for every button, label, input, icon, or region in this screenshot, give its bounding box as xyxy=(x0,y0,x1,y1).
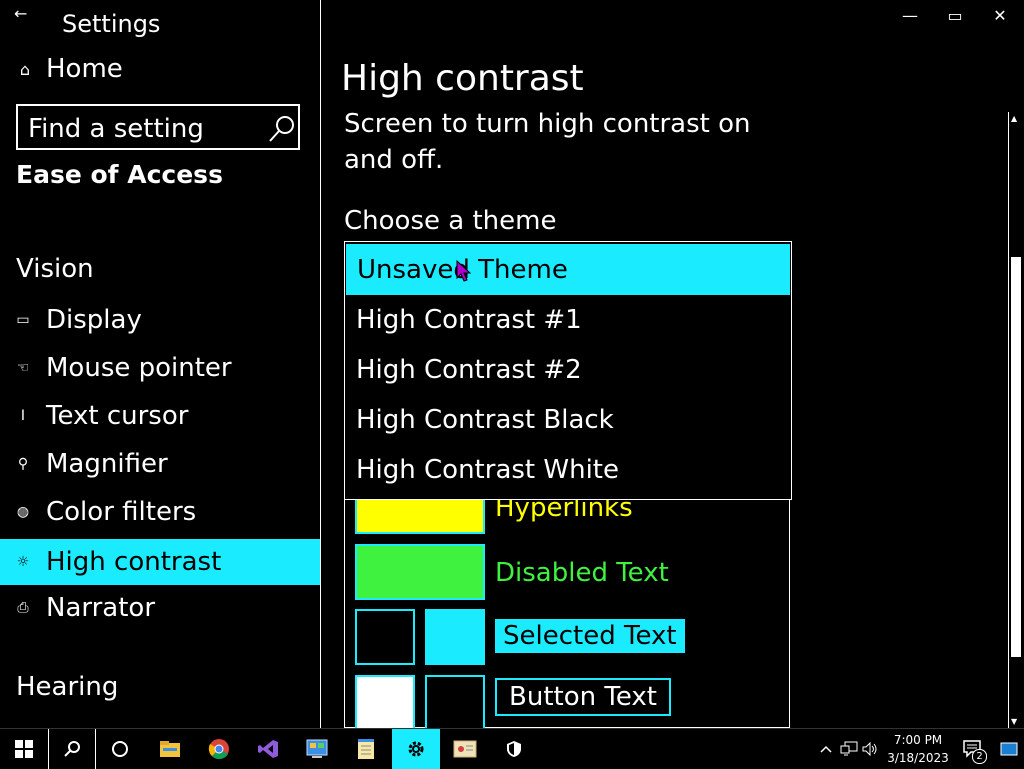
theme-dropdown-list[interactable]: Unsaved Theme High Contrast #1 High Cont… xyxy=(344,241,792,500)
mouse-cursor-icon xyxy=(456,260,472,282)
notification-badge: 2 xyxy=(972,749,987,764)
window-title: Settings xyxy=(62,10,161,38)
file-explorer-icon[interactable] xyxy=(146,729,194,769)
high-contrast-icon: ☼ xyxy=(16,554,30,570)
show-desktop-icon[interactable] xyxy=(996,729,1022,769)
button-text-label: Button Text xyxy=(495,678,671,716)
taskbar: 7:00 PM 3/18/2023 2 xyxy=(0,728,1024,769)
clock-time: 7:00 PM xyxy=(893,733,943,747)
hyperlink-color-swatch[interactable] xyxy=(355,498,485,534)
sidebar-home-label: Home xyxy=(46,54,123,84)
minimize-button[interactable]: — xyxy=(900,6,920,26)
sidebar-item-label: Narrator xyxy=(46,593,156,623)
sidebar-item-label: Mouse pointer xyxy=(46,353,232,383)
chrome-icon[interactable] xyxy=(195,729,243,769)
action-center-icon[interactable]: 2 xyxy=(958,729,988,769)
pane-divider xyxy=(320,0,321,728)
button-text-bg-swatch[interactable] xyxy=(355,675,415,731)
sidebar-item-text-cursor[interactable]: I Text cursor xyxy=(0,393,320,439)
search-input[interactable]: Find a setting xyxy=(28,114,204,144)
page-description: Screen to turn high contrast on and off. xyxy=(344,109,751,175)
sidebar-item-label: Color filters xyxy=(46,497,197,527)
theme-option-hc2[interactable]: High Contrast #2 xyxy=(345,345,791,395)
scrollbar-thumb[interactable] xyxy=(1011,257,1021,657)
group-header-vision: Vision xyxy=(16,254,94,284)
cortana-icon[interactable] xyxy=(96,729,144,769)
sidebar-item-mouse-pointer[interactable]: ☜ Mouse pointer xyxy=(0,345,320,391)
theme-option-hc-black[interactable]: High Contrast Black xyxy=(345,395,791,445)
show-hidden-icons-icon[interactable] xyxy=(816,729,836,769)
search-icon[interactable] xyxy=(266,114,296,144)
clock-date: 3/18/2023 xyxy=(887,751,949,765)
magnifier-icon: ⚲ xyxy=(17,456,29,472)
disabled-text-color-swatch[interactable] xyxy=(355,544,485,600)
page-title: High contrast xyxy=(341,58,584,99)
sidebar-item-display[interactable]: ▭ Display xyxy=(0,297,320,343)
theme-option-hc-white[interactable]: High Contrast White xyxy=(345,445,791,495)
text-cursor-icon: I xyxy=(20,408,26,424)
back-arrow-icon[interactable]: ← xyxy=(14,4,34,24)
group-header-hearing: Hearing xyxy=(16,672,119,702)
theme-preview: Hyperlinks Disabled Text Selected Text B… xyxy=(344,493,790,731)
sidebar-item-high-contrast[interactable]: ☼ High contrast xyxy=(0,539,320,585)
sidebar-item-narrator[interactable]: ⎙ Narrator xyxy=(0,585,320,631)
maximize-button[interactable]: ▭ xyxy=(945,6,965,26)
sidebar-item-label: Magnifier xyxy=(46,449,168,479)
scrollbar[interactable]: ▲ ▼ xyxy=(1008,112,1023,728)
selected-text-bg-swatch[interactable] xyxy=(425,609,485,665)
security-icon[interactable] xyxy=(490,729,538,769)
disabled-text-label: Disabled Text xyxy=(495,558,669,588)
notepad-icon[interactable] xyxy=(342,729,390,769)
search-box[interactable]: Find a setting xyxy=(16,104,300,150)
color-filters-icon: ◍ xyxy=(16,504,30,520)
control-panel-icon[interactable] xyxy=(293,729,341,769)
theme-option-unsaved[interactable]: Unsaved Theme xyxy=(346,244,790,295)
scroll-up-icon[interactable]: ▲ xyxy=(1011,114,1017,123)
sidebar-item-label: Display xyxy=(46,305,142,335)
theme-label: Choose a theme xyxy=(344,206,557,236)
sidebar-item-color-filters[interactable]: ◍ Color filters xyxy=(0,489,320,535)
home-icon: ⌂ xyxy=(19,59,31,79)
network-icon[interactable] xyxy=(838,729,860,769)
button-text-fg-swatch[interactable] xyxy=(425,675,485,731)
sidebar-item-label: High contrast xyxy=(46,547,222,577)
mouse-pointer-icon: ☜ xyxy=(16,360,30,376)
certificate-icon[interactable] xyxy=(441,729,489,769)
close-button[interactable]: ✕ xyxy=(990,6,1010,26)
selected-text-label: Selected Text xyxy=(495,619,685,653)
display-icon: ▭ xyxy=(16,312,30,328)
theme-option-hc1[interactable]: High Contrast #1 xyxy=(345,295,791,345)
selected-text-fg-swatch[interactable] xyxy=(355,609,415,665)
section-title: Ease of Access xyxy=(16,160,223,189)
system-clock[interactable]: 7:00 PM 3/18/2023 xyxy=(876,731,960,767)
settings-icon[interactable] xyxy=(392,729,440,769)
visual-studio-icon[interactable] xyxy=(244,729,292,769)
sidebar-item-label: Text cursor xyxy=(46,401,189,431)
start-icon[interactable] xyxy=(0,729,48,769)
sidebar-home[interactable]: ⌂ Home xyxy=(16,52,123,86)
narrator-icon: ⎙ xyxy=(17,600,29,616)
scroll-down-icon[interactable]: ▼ xyxy=(1011,717,1017,726)
sidebar: ← Settings ⌂ Home Find a setting Ease of… xyxy=(0,0,320,728)
search-icon[interactable] xyxy=(48,729,96,769)
sidebar-item-magnifier[interactable]: ⚲ Magnifier xyxy=(0,441,320,487)
